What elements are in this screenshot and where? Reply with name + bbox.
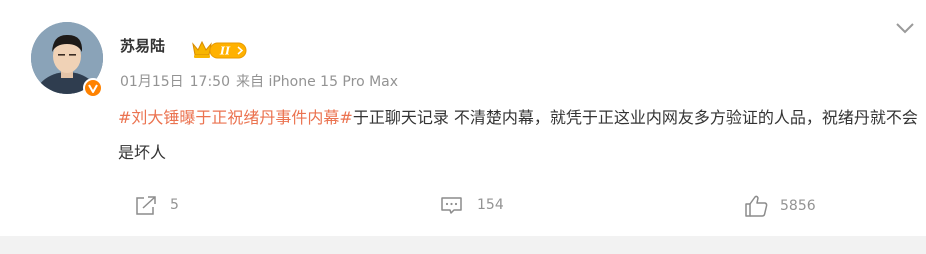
- post-meta: 01月15日 17:50 来自 iPhone 15 Pro Max: [120, 72, 404, 92]
- repost-count: 5: [170, 197, 179, 213]
- chevron-down-icon[interactable]: [894, 20, 916, 36]
- like-count: 5856: [780, 198, 816, 214]
- repost-icon: [136, 196, 156, 215]
- like-icon: [745, 195, 768, 217]
- post-time[interactable]: 17:50: [190, 74, 230, 90]
- verified-badge-icon: [83, 78, 103, 98]
- weibo-post-card: 苏易陆 II 01月15日 17:50 来自 iPhone 15 Pro Max #…: [0, 0, 926, 236]
- comment-button[interactable]: 154: [439, 194, 504, 216]
- username[interactable]: 苏易陆: [120, 36, 165, 56]
- comment-count: 154: [477, 197, 504, 213]
- repost-button[interactable]: 5: [134, 194, 179, 216]
- avatar-container[interactable]: [31, 22, 105, 98]
- vip-level: II: [219, 45, 231, 58]
- vip-crown-icon[interactable]: II: [191, 38, 249, 60]
- topic-link[interactable]: #刘大锤曝于正祝绪丹事件内幕#: [118, 108, 353, 127]
- post-source: 来自 iPhone 15 Pro Max: [236, 74, 399, 90]
- post-content: #刘大锤曝于正祝绪丹事件内幕#于正聊天记录 不清楚内幕，就凭于正这业内网友多方验…: [118, 100, 918, 170]
- comment-icon: [441, 197, 462, 214]
- post-date[interactable]: 01月15日: [120, 74, 184, 90]
- like-button[interactable]: 5856: [744, 194, 816, 218]
